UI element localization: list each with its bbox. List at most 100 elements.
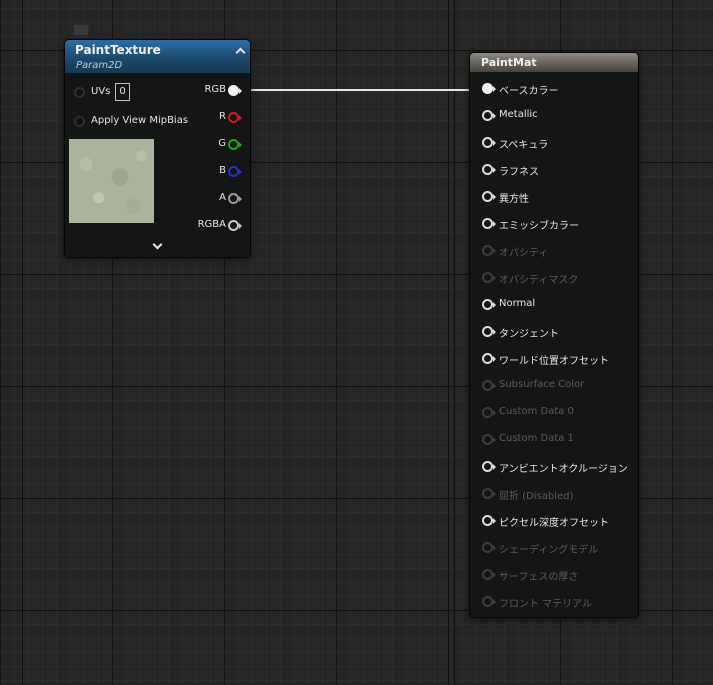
material-input-row[interactable]: Metallic [470, 108, 638, 124]
arrow-icon [493, 248, 496, 254]
rgba-output-label: RGBA [197, 219, 226, 230]
material-input-label: Custom Data 1 [499, 433, 574, 444]
connection-wire [241, 89, 481, 91]
material-input-row[interactable]: アンビエントオクルージョン [470, 459, 638, 475]
node-header[interactable]: PaintMat [470, 53, 638, 72]
material-input-pin[interactable] [482, 137, 493, 148]
material-input-pin[interactable] [482, 299, 493, 310]
mipbias-input-pin[interactable] [74, 116, 85, 127]
arrow-icon [493, 302, 496, 308]
material-input-pin[interactable] [482, 515, 493, 526]
arrow-icon [493, 599, 496, 605]
node-subtitle: Param2D [76, 60, 123, 71]
material-input-row[interactable]: ラフネス [470, 162, 638, 178]
material-input-row[interactable]: サーフェスの厚さ [470, 567, 638, 583]
material-input-pin[interactable] [482, 353, 493, 364]
material-input-label: サーフェスの厚さ [499, 572, 579, 583]
material-input-pin[interactable] [482, 326, 493, 337]
expand-advanced-icon[interactable] [152, 239, 163, 250]
mipbias-label: Apply View MipBias [91, 115, 189, 126]
arrow-icon [239, 196, 242, 202]
material-input-row[interactable]: Normal [470, 297, 638, 313]
node-header[interactable]: PaintTexture Param2D [65, 40, 250, 73]
material-input-label: Metallic [499, 109, 538, 120]
material-input-row[interactable]: 屈折 (Disabled) [470, 486, 638, 502]
material-input-row[interactable]: ワールド位置オフセット [470, 351, 638, 367]
arrow-icon [493, 491, 496, 497]
paint-material-node[interactable]: PaintMat ベースカラー Metallic スペキュララフネス異方性エミッシブ… [469, 52, 639, 618]
collapse-icon[interactable] [235, 47, 246, 58]
node-title: PaintMat [481, 56, 537, 69]
r-output-pin[interactable] [228, 112, 239, 123]
material-input-pin[interactable] [482, 569, 493, 580]
material-input-pin[interactable] [482, 191, 493, 202]
material-input-label: タンジェント [499, 329, 559, 340]
rgba-output-pin[interactable] [228, 220, 239, 231]
material-input-pin[interactable] [482, 434, 493, 445]
arrow-icon [493, 140, 496, 146]
material-input-pin[interactable] [482, 164, 493, 175]
material-input-label: 異方性 [499, 194, 529, 205]
arrow-icon [493, 275, 496, 281]
grid-line [454, 0, 455, 685]
arrow-icon [493, 572, 496, 578]
arrow-icon [493, 113, 496, 119]
material-input-pin[interactable] [482, 407, 493, 418]
g-output-pin[interactable] [228, 139, 239, 150]
material-input-row[interactable]: ベースカラー [470, 81, 638, 97]
material-input-pin[interactable] [482, 380, 493, 391]
node-title: PaintTexture [75, 43, 161, 57]
material-input-label: ワールド位置オフセット [499, 356, 609, 367]
material-input-row[interactable]: Subsurface Color [470, 378, 638, 394]
material-input-row[interactable]: Custom Data 1 [470, 432, 638, 448]
material-input-label: オパシティマスク [499, 275, 579, 286]
material-input-label: スペキュラ [499, 140, 549, 151]
material-input-row[interactable]: ピクセル深度オフセット [470, 513, 638, 529]
material-input-pin[interactable] [482, 542, 493, 553]
material-input-pin[interactable] [482, 488, 493, 499]
material-input-row[interactable]: タンジェント [470, 324, 638, 340]
material-input-label: ラフネス [499, 167, 539, 178]
arrow-icon [493, 410, 496, 416]
material-input-row[interactable]: オパシティ [470, 243, 638, 259]
material-input-row[interactable]: エミッシブカラー [470, 216, 638, 232]
material-input-label: シェーディングモデル [499, 545, 599, 556]
material-input-row[interactable]: フロント マテリアル [470, 594, 638, 610]
arrow-icon [239, 115, 242, 121]
material-input-label: Custom Data 0 [499, 406, 574, 417]
b-output-pin[interactable] [228, 166, 239, 177]
material-input-row[interactable]: Custom Data 0 [470, 405, 638, 421]
a-output-pin[interactable] [228, 193, 239, 204]
material-input-label: 屈折 (Disabled) [499, 491, 574, 502]
material-input-pin[interactable] [482, 596, 493, 607]
material-input-row[interactable]: 異方性 [470, 189, 638, 205]
material-input-pin[interactable] [482, 218, 493, 229]
arrow-icon [493, 545, 496, 551]
material-input-pin[interactable] [482, 461, 493, 472]
material-input-pin[interactable] [482, 83, 493, 94]
comment-bubble-toggle[interactable] [73, 24, 89, 36]
arrow-icon [493, 221, 496, 227]
arrow-icon [239, 169, 242, 175]
material-input-row[interactable]: オパシティマスク [470, 270, 638, 286]
texture-preview-thumbnail [69, 139, 154, 223]
material-input-label: Normal [499, 298, 536, 309]
arrow-icon [493, 329, 496, 335]
material-input-label: アンビエントオクルージョン [499, 464, 628, 475]
material-input-pin[interactable] [482, 272, 493, 283]
material-input-row[interactable]: スペキュラ [470, 135, 638, 151]
material-input-pin[interactable] [482, 110, 493, 121]
material-input-label: オパシティ [499, 248, 549, 259]
rgb-output-pin[interactable] [228, 85, 239, 96]
arrow-icon [493, 167, 496, 173]
paint-texture-node[interactable]: PaintTexture Param2D UVs 0 Apply View Mi… [64, 39, 251, 258]
material-input-row[interactable]: シェーディングモデル [470, 540, 638, 556]
arrow-icon [493, 356, 496, 362]
material-input-pin[interactable] [482, 245, 493, 256]
grid-line [22, 0, 23, 685]
arrow-icon [493, 383, 496, 389]
uvs-input-pin[interactable] [74, 87, 85, 98]
uvs-value-field[interactable]: 0 [115, 83, 130, 101]
material-input-label: ベースカラー [499, 86, 559, 97]
b-output-label: B [219, 165, 226, 176]
